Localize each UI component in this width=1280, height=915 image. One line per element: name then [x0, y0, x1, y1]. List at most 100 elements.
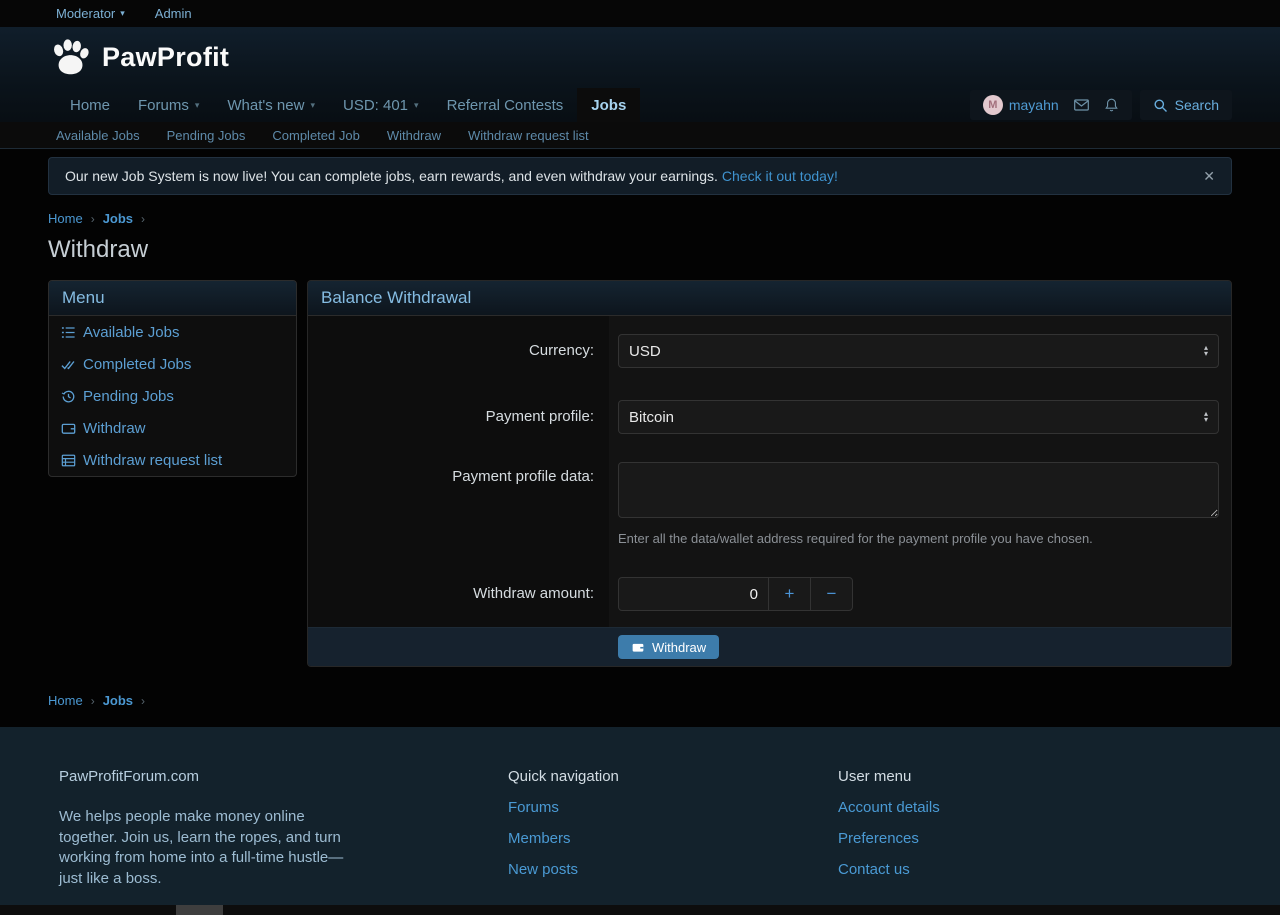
decrement-button[interactable]: − — [810, 578, 852, 610]
footer-quick-nav-title: Quick navigation — [508, 768, 619, 785]
balance-withdrawal-panel: Balance Withdrawal Currency: USD ▴ ▾ Paym… — [307, 280, 1232, 667]
bottom-strip — [0, 905, 1280, 915]
table-icon — [61, 453, 76, 468]
breadcrumb-jobs[interactable]: Jobs — [103, 693, 133, 708]
inbox-envelope-icon[interactable] — [1073, 97, 1090, 113]
avatar: M — [982, 95, 1003, 115]
subnav-available-jobs[interactable]: Available Jobs — [56, 128, 140, 143]
chevron-down-icon: ▾ — [194, 99, 200, 110]
footer-link-account-details[interactable]: Account details — [838, 799, 940, 817]
menu-item-label: Completed Jobs — [83, 355, 192, 373]
footer-link-new-posts[interactable]: New posts — [508, 861, 838, 879]
increment-button[interactable]: + — [768, 578, 810, 610]
sidebar-menu: Menu Available Jobs Completed Jobs Pendi… — [48, 280, 297, 477]
notice-banner: Our new Job System is now live! You can … — [48, 157, 1232, 195]
chevron-down-icon: ▾ — [414, 99, 419, 110]
withdraw-submit-button[interactable]: Withdraw — [618, 635, 720, 659]
menu-item-label: Withdraw — [83, 419, 146, 437]
search-button[interactable]: Search — [1139, 90, 1232, 120]
page-content: Our new Job System is now live! You can … — [0, 149, 1280, 708]
payment-profile-label: Payment profile: — [308, 380, 609, 448]
user-block: M mayahn — [969, 90, 1132, 120]
search-label: Search — [1174, 97, 1219, 113]
chevron-right-icon: › — [90, 693, 95, 708]
menu-item-pending-jobs[interactable]: Pending Jobs — [49, 380, 296, 412]
footer-site-title: PawProfitForum.com — [59, 768, 200, 785]
payment-profile-data-input[interactable] — [618, 462, 1219, 518]
withdraw-amount-input[interactable] — [619, 578, 768, 610]
payment-profile-value: Bitcoin — [629, 408, 675, 426]
footer-user-menu-title: User menu — [838, 768, 912, 785]
nav-home[interactable]: Home — [56, 88, 124, 122]
withdraw-button-label: Withdraw — [652, 639, 707, 655]
withdraw-amount-label: Withdraw amount: — [308, 559, 609, 627]
breadcrumb-home[interactable]: Home — [48, 693, 83, 708]
payment-profile-select[interactable]: Bitcoin ▴ ▾ — [618, 400, 1219, 434]
nav-forums[interactable]: Forums ▾ — [124, 88, 213, 122]
chevron-right-icon: › — [90, 211, 95, 226]
paw-logo-icon[interactable] — [50, 38, 92, 78]
panel-title: Balance Withdrawal — [308, 281, 1231, 316]
footer-link-preferences[interactable]: Preferences — [838, 830, 940, 848]
history-icon — [61, 389, 76, 404]
wallet-icon — [61, 421, 76, 436]
payment-profile-data-hint: Enter all the data/wallet address requir… — [618, 531, 1093, 546]
subnav-withdraw[interactable]: Withdraw — [387, 128, 441, 143]
menu-item-label: Available Jobs — [83, 323, 180, 341]
breadcrumb-home[interactable]: Home — [48, 211, 83, 226]
site-header: PawProfit Home Forums ▾ What's new ▾ USD: … — [0, 27, 1280, 122]
subnav-pending-jobs[interactable]: Pending Jobs — [167, 128, 246, 143]
footer-link-forums[interactable]: Forums — [508, 799, 838, 817]
chevron-down-icon: ▾ — [120, 8, 125, 18]
menu-item-available-jobs[interactable]: Available Jobs — [49, 316, 296, 348]
subnav-withdraw-request-list[interactable]: Withdraw request list — [468, 128, 589, 143]
breadcrumb-jobs[interactable]: Jobs — [103, 211, 133, 226]
menu-item-label: Pending Jobs — [83, 387, 174, 405]
jobs-subnav: Available Jobs Pending Jobs Completed Jo… — [0, 122, 1280, 149]
payment-profile-data-label: Payment profile data: — [308, 448, 609, 559]
list-icon — [61, 325, 76, 340]
footer-link-members[interactable]: Members — [508, 830, 838, 848]
wallet-icon — [631, 641, 645, 654]
moderator-menu[interactable]: Moderator ▾ — [56, 6, 125, 21]
main-nav: Home Forums ▾ What's new ▾ USD: 401 ▾ Refer… — [0, 88, 1280, 122]
nav-jobs[interactable]: Jobs — [577, 88, 641, 122]
alerts-bell-icon[interactable] — [1104, 97, 1119, 113]
username-label: mayahn — [1008, 97, 1059, 113]
footer-description: We helps people make money online togeth… — [59, 808, 344, 887]
search-icon — [1153, 98, 1168, 113]
notice-link[interactable]: Check it out today! — [722, 168, 838, 184]
double-check-icon — [61, 357, 76, 372]
currency-label: Currency: — [308, 316, 609, 380]
subnav-completed-job[interactable]: Completed Job — [272, 128, 359, 143]
select-spinner-icon: ▴ ▾ — [1203, 343, 1208, 358]
select-spinner-icon: ▴ ▾ — [1203, 409, 1208, 424]
page-title: Withdraw — [48, 236, 149, 263]
form-footer: Withdraw — [308, 627, 1231, 666]
menu-item-completed-jobs[interactable]: Completed Jobs — [49, 348, 296, 380]
withdraw-amount-stepper: + − — [618, 577, 853, 611]
menu-item-withdraw[interactable]: Withdraw — [49, 412, 296, 444]
menu-item-label: Withdraw request list — [83, 451, 223, 469]
account-menu[interactable]: M mayahn — [982, 95, 1059, 115]
currency-select[interactable]: USD ▴ ▾ — [618, 334, 1219, 368]
currency-value: USD — [629, 342, 661, 360]
nav-referral-contests[interactable]: Referral Contests — [433, 88, 578, 122]
site-footer: PawProfitForum.com We helps people make … — [0, 727, 1280, 905]
menu-item-withdraw-request-list[interactable]: Withdraw request list — [49, 444, 296, 476]
breadcrumb: Home › Jobs › — [48, 211, 1232, 226]
brand-title[interactable]: PawProfit — [102, 42, 229, 73]
footer-link-contact-us[interactable]: Contact us — [838, 861, 940, 879]
chevron-down-icon: ▾ — [310, 99, 315, 110]
bottom-strip-fragment — [176, 905, 223, 915]
notice-message: Our new Job System is now live! You can … — [65, 168, 718, 184]
chevron-right-icon: › — [141, 693, 146, 708]
admin-topbar: Moderator ▾ Admin — [0, 0, 1280, 27]
close-icon[interactable]: ✕ — [1203, 168, 1215, 185]
admin-link[interactable]: Admin — [155, 6, 192, 21]
nav-balance[interactable]: USD: 401 ▾ — [329, 88, 433, 122]
chevron-right-icon: › — [141, 211, 146, 226]
nav-whats-new[interactable]: What's new ▾ — [213, 88, 329, 122]
breadcrumb-bottom: Home › Jobs › — [48, 693, 1232, 708]
menu-header: Menu — [49, 281, 296, 316]
